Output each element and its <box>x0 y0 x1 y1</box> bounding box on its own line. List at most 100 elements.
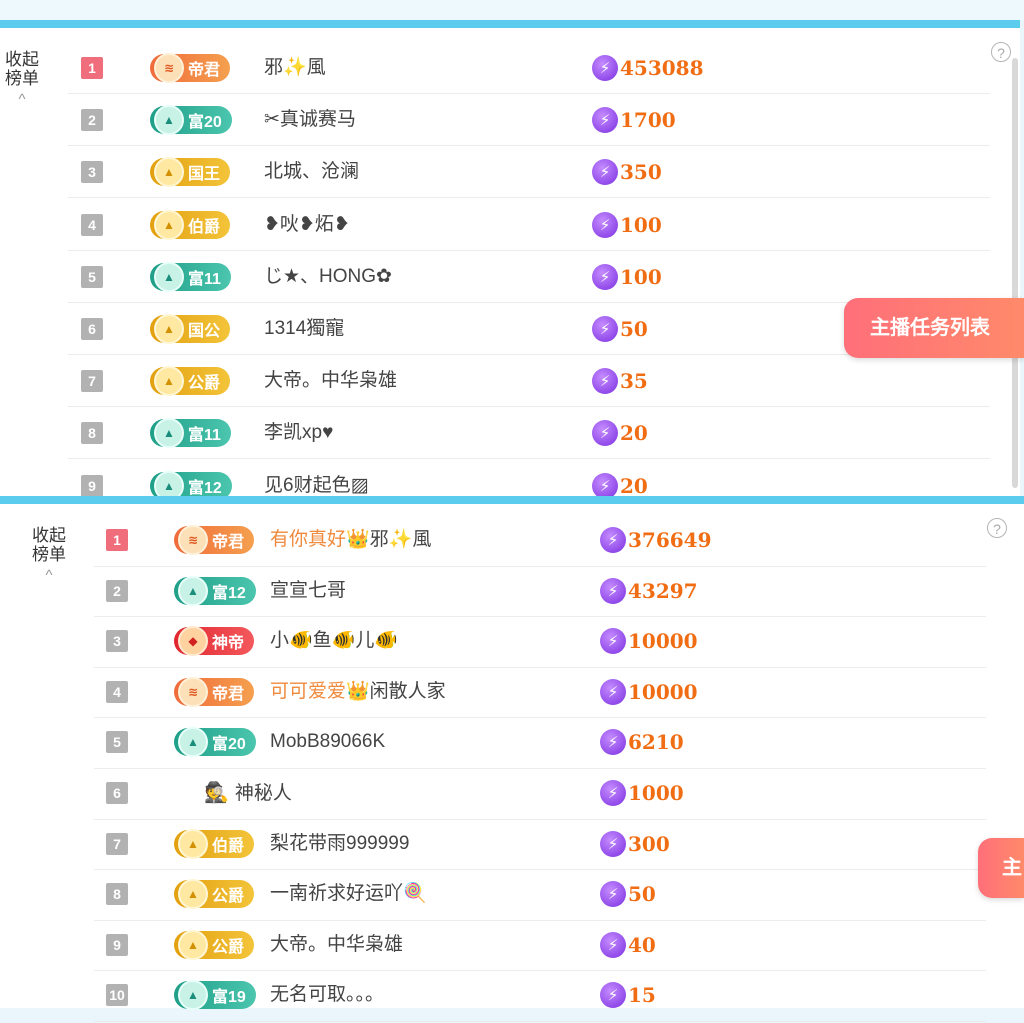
collapse-label-line2: 榜单 <box>32 545 66 564</box>
rank-emblem-icon: ▲ <box>178 828 208 859</box>
score-value: 453088 <box>620 56 704 80</box>
list-item[interactable]: 7 ▲ 公爵 大帝。中华枭雄 ⚡ 35 <box>68 355 990 408</box>
user-name[interactable]: ✂真诚赛马 <box>264 94 356 146</box>
list-item[interactable]: 5 ▲ 富11 じ★、HONG✿ ⚡ 100 <box>68 251 990 303</box>
user-name-text: 闲散人家 <box>369 680 446 702</box>
user-name-text: 北城、沧澜 <box>264 161 360 183</box>
rank-emblem-icon: ▲ <box>154 209 184 240</box>
list-item[interactable]: 6 🕵 神秘人 ⚡ 1000 <box>94 769 986 820</box>
level-badge-label: 帝君 <box>188 62 221 79</box>
level-badge: ▲ 富12 <box>174 575 256 606</box>
user-name[interactable]: 1314獨寵 <box>264 303 344 355</box>
list-item[interactable]: 2 ▲ 富20 ✂真诚赛马 ⚡ 1700 <box>68 94 990 147</box>
contribution-score: ⚡ 43297 <box>600 567 698 615</box>
rank-emblem-icon: ▲ <box>178 727 208 758</box>
user-name[interactable]: 李凯xp♥ <box>264 407 333 459</box>
contribution-score: ⚡ 20 <box>592 407 648 459</box>
level-badge: ≋ 帝君 <box>174 676 255 707</box>
contribution-score: ⚡ 100 <box>592 199 662 251</box>
rank-number: 7 <box>81 370 103 393</box>
level-badge: ▲ 富20 <box>174 727 256 758</box>
lightning-icon: ⚡ <box>600 678 626 705</box>
list-item[interactable]: 3 ▲ 国王 北城、沧澜 ⚡ 350 <box>68 146 990 199</box>
user-name[interactable]: 北城、沧澜 <box>264 146 359 198</box>
level-badge-label: 富11 <box>188 270 221 288</box>
rank-number: 4 <box>81 213 103 236</box>
list-item[interactable]: 10 ▲ 富19 无名可取。。。 ⚡ 15 <box>94 971 986 1022</box>
lightning-icon: ⚡ <box>592 368 618 395</box>
anchor-task-list-button[interactable]: 主播任务列表 <box>844 298 1024 358</box>
anchor-task-list-button-partial[interactable]: 主 <box>978 838 1024 898</box>
lightning-icon: ⚡ <box>600 881 626 908</box>
score-value: 376649 <box>628 528 712 552</box>
level-badge: ≋ 帝君 <box>174 525 255 555</box>
collapse-toggle[interactable]: 收起 榜单 ^ <box>26 526 72 585</box>
lightning-icon: ⚡ <box>600 577 626 604</box>
rank-emblem-icon: ▲ <box>154 418 184 449</box>
rank-number: 9 <box>81 474 103 497</box>
scrollbar[interactable] <box>1012 58 1018 488</box>
list-item[interactable]: 8 ▲ 富11 李凯xp♥ ⚡ 20 <box>68 407 990 460</box>
level-badge: ▲ 富20 <box>150 105 232 136</box>
lightning-icon: ⚡ <box>592 316 618 342</box>
lightning-icon: ⚡ <box>592 159 618 186</box>
user-name[interactable]: 有你真好👑邪✨風 <box>270 516 431 568</box>
score-value: 50 <box>628 882 656 907</box>
user-name-text: じ★、HONG✿ <box>264 265 392 287</box>
contribution-score: ⚡ 376649 <box>600 516 712 564</box>
score-value: 35 <box>620 369 648 394</box>
user-name-text: 大帝。中华枭雄 <box>270 933 404 955</box>
rank-number: 3 <box>106 630 128 653</box>
level-badge: ▲ 公爵 <box>174 879 255 910</box>
user-name[interactable]: 可可爱爱👑闲散人家 <box>270 668 446 720</box>
rank-emblem-icon: ≋ <box>154 53 184 83</box>
score-value: 1700 <box>620 108 676 133</box>
list-item[interactable]: 4 ≋ 帝君 可可爱爱👑闲散人家 ⚡ 10000 <box>94 668 986 719</box>
user-name[interactable]: MobB89066K <box>270 718 385 770</box>
help-icon[interactable]: ? <box>987 518 1007 538</box>
user-name[interactable]: 邪✨風 <box>264 42 326 94</box>
user-name-text: 无名可取。。。 <box>270 984 385 1006</box>
level-badge-label: 公爵 <box>212 888 245 906</box>
list-item[interactable]: 8 ▲ 公爵 一南祈求好运吖🍭 ⚡ 50 <box>94 870 986 921</box>
list-item[interactable]: 7 ▲ 伯爵 梨花带雨999999 ⚡ 300 <box>94 820 986 871</box>
user-name[interactable]: 大帝。中华枭雄 <box>264 355 397 407</box>
level-badge: ▲ 富19 <box>174 980 256 1011</box>
list-item[interactable]: 5 ▲ 富20 MobB89066K ⚡ 6210 <box>94 718 986 769</box>
rank-emblem-icon: ▲ <box>178 980 208 1011</box>
rank-emblem-icon: ▲ <box>154 105 184 136</box>
help-icon[interactable]: ? <box>991 42 1011 62</box>
rank-emblem-icon: ▲ <box>154 314 184 344</box>
list-item[interactable]: 4 ▲ 伯爵 ❥吙❥炻❥ ⚡ 100 <box>68 199 990 251</box>
level-badge-label: 国王 <box>188 166 221 184</box>
list-item[interactable]: 1 ≋ 帝君 有你真好👑邪✨風 ⚡ 376649 <box>94 516 986 567</box>
score-value: 10000 <box>628 679 698 704</box>
list-item[interactable]: 2 ▲ 富12 宣宣七哥 ⚡ 43297 <box>94 567 986 618</box>
lightning-icon: ⚡ <box>600 527 626 553</box>
user-name[interactable]: 宣宣七哥 <box>270 567 346 619</box>
list-item[interactable]: 3 ◆ 神帝 小🐠鱼🐠儿🐠 ⚡ 10000 <box>94 617 986 668</box>
score-value: 43297 <box>628 578 698 603</box>
user-name[interactable]: 🕵 神秘人 <box>204 769 292 821</box>
lightning-icon: ⚡ <box>600 982 626 1009</box>
collapse-toggle[interactable]: 收起 榜单 ^ <box>0 50 44 109</box>
user-name[interactable]: 一南祈求好运吖🍭 <box>270 870 427 922</box>
rank-number: 2 <box>81 109 103 132</box>
user-name[interactable]: ❥吙❥炻❥ <box>264 199 350 251</box>
user-name[interactable]: じ★、HONG✿ <box>264 251 392 303</box>
user-name-text: 宣宣七哥 <box>270 579 347 601</box>
rank-number: 9 <box>106 933 128 956</box>
score-value: 100 <box>620 264 662 289</box>
contribution-score: ⚡ 100 <box>592 251 662 303</box>
score-value: 350 <box>620 160 662 185</box>
user-name[interactable]: 小🐠鱼🐠儿🐠 <box>270 617 398 669</box>
contribution-score: ⚡ 6210 <box>600 718 684 766</box>
list-item[interactable]: 1 ≋ 帝君 邪✨風 ⚡ 453088 <box>68 42 990 94</box>
collapse-label-line2: 榜单 <box>5 69 39 88</box>
user-name[interactable]: 梨花带雨999999 <box>270 820 409 872</box>
user-name[interactable]: 无名可取。。。 <box>270 971 384 1023</box>
user-name-text: MobB89066K <box>270 731 386 753</box>
list-item[interactable]: 9 ▲ 公爵 大帝。中华枭雄 ⚡ 40 <box>94 921 986 972</box>
user-name[interactable]: 大帝。中华枭雄 <box>270 921 403 973</box>
score-value: 20 <box>620 421 648 446</box>
